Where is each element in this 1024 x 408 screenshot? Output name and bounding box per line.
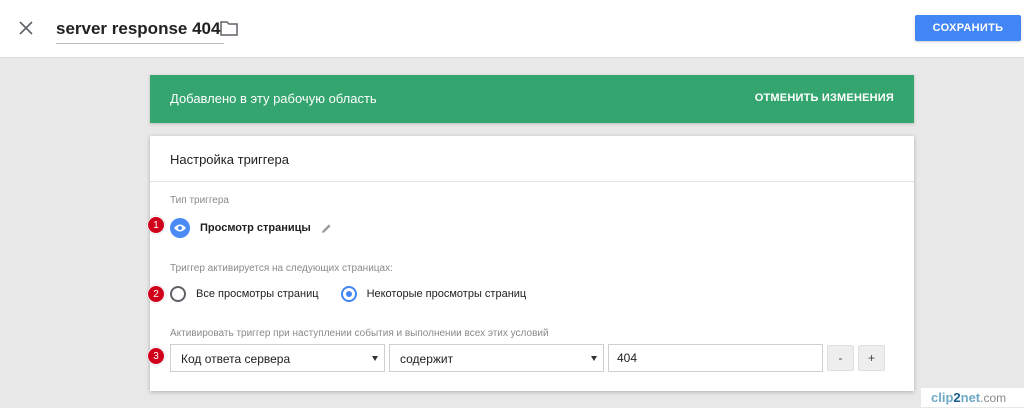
workspace-banner: Добавлено в эту рабочую область ОТМЕНИТЬ… xyxy=(150,75,914,123)
condition-label: Активировать триггер при наступлении соб… xyxy=(170,328,549,339)
trigger-type-label: Тип триггера xyxy=(170,195,229,206)
eye-icon xyxy=(170,218,190,238)
condition-value-input[interactable] xyxy=(608,344,823,372)
trigger-config-card: Настройка триггера Тип триггера Просмотр… xyxy=(150,136,914,391)
save-button[interactable]: СОХРАНИТЬ xyxy=(915,15,1021,41)
radio-button-checked[interactable] xyxy=(340,286,357,302)
top-bar: server response 404 СОХРАНИТЬ xyxy=(0,0,1024,58)
operator-select[interactable]: содержит xyxy=(389,344,604,372)
radio-all-page-views[interactable]: Все просмотры страниц xyxy=(170,286,319,302)
trigger-type-selector[interactable]: Просмотр страницы xyxy=(170,217,333,239)
add-condition-button[interactable]: + xyxy=(858,345,885,371)
watermark-part: 2 xyxy=(953,390,961,405)
fires-on-label: Триггер активируется на следующих страни… xyxy=(170,263,393,274)
watermark-logo: clip2net.com xyxy=(921,388,1024,407)
watermark-part: clip xyxy=(931,390,954,405)
step-badge-2: 2 xyxy=(147,285,165,303)
remove-condition-button[interactable]: - xyxy=(827,345,854,371)
dropdown-arrow-icon xyxy=(372,356,378,361)
card-header: Настройка триггера xyxy=(150,136,914,182)
undo-changes-button[interactable]: ОТМЕНИТЬ ИЗМЕНЕНИЯ xyxy=(755,92,894,104)
operator-select-value: содержит xyxy=(400,352,454,366)
banner-text: Добавлено в эту рабочую область xyxy=(170,91,377,106)
page-title: server response 404 xyxy=(56,19,221,38)
dropdown-arrow-icon xyxy=(591,356,597,361)
folder-icon[interactable] xyxy=(220,20,240,38)
close-icon[interactable] xyxy=(14,16,38,40)
step-badge-3: 3 xyxy=(147,347,165,365)
watermark-part: net xyxy=(960,390,981,405)
radio-button-unchecked[interactable] xyxy=(170,286,186,302)
fires-on-radio-group: Все просмотры страниц Некоторые просмотр… xyxy=(170,284,548,304)
card-title: Настройка триггера xyxy=(170,152,289,167)
radio-label: Все просмотры страниц xyxy=(196,288,319,300)
step-badge-1: 1 xyxy=(147,216,165,234)
variable-select-value: Код ответа сервера xyxy=(181,352,291,366)
variable-select[interactable]: Код ответа сервера xyxy=(170,344,385,372)
radio-some-page-views[interactable]: Некоторые просмотры страниц xyxy=(340,286,527,302)
trigger-type-value: Просмотр страницы xyxy=(200,222,311,234)
radio-label: Некоторые просмотры страниц xyxy=(366,288,527,300)
title-field[interactable]: server response 404 xyxy=(56,14,225,44)
watermark-part: .com xyxy=(980,391,1007,405)
pencil-icon[interactable] xyxy=(321,222,333,234)
